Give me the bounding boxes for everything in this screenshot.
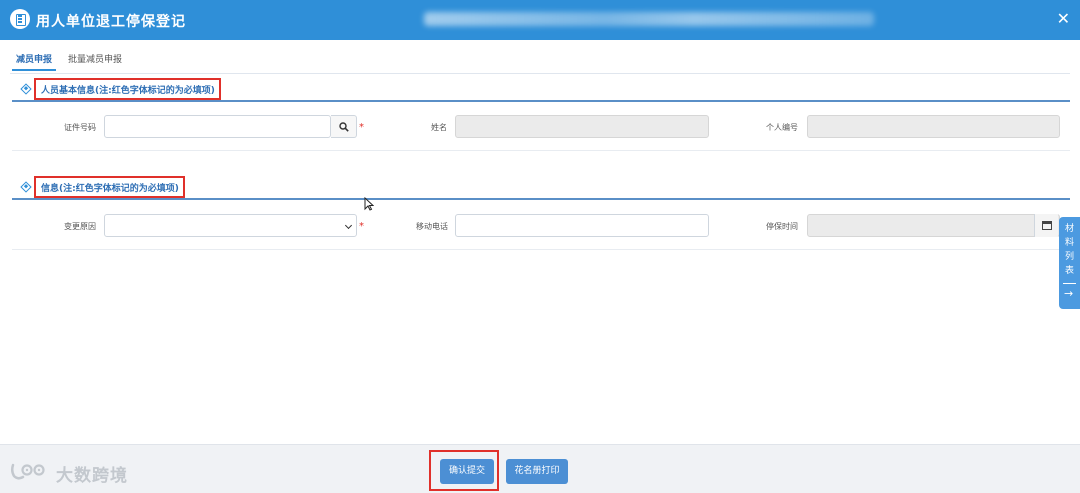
window-header: 用人单位退工停保登记 ✕ (0, 0, 1080, 40)
name-label: 姓名 (431, 123, 447, 132)
section-personal-header: 人员基本信息(注:红色字体标记的为必填项) (12, 78, 1070, 102)
personal-no-field (807, 115, 1060, 138)
watermark-text: 大数跨境 (56, 466, 128, 486)
id-search-button[interactable] (331, 115, 357, 138)
calendar-icon (1042, 221, 1052, 230)
id-number-label: 证件号码 (64, 123, 96, 132)
tab-divider (10, 73, 1070, 74)
roster-print-button[interactable]: 花名册打印 (506, 459, 568, 484)
tab-batch-reduce-declare[interactable]: 批量减员申报 (64, 52, 126, 69)
confirm-submit-button[interactable]: 确认提交 (440, 459, 494, 484)
id-number-input[interactable] (104, 115, 331, 138)
materials-list-tab[interactable]: 材料列表 → (1059, 217, 1080, 309)
stop-time-label: 停保时间 (766, 222, 798, 231)
arrow-right-icon: → (1064, 287, 1074, 300)
section-diamond-icon (20, 83, 32, 95)
stop-time-field[interactable] (807, 214, 1060, 237)
footer-bar: 确认提交 花名册打印 (0, 444, 1080, 493)
tab-reduce-declare[interactable]: 减员申报 (12, 52, 57, 71)
blurred-company-info (424, 12, 874, 26)
watermark-logo-icon (10, 463, 45, 480)
mouse-cursor-icon (364, 197, 374, 211)
required-mark: * (359, 221, 364, 232)
name-field (455, 115, 709, 138)
section-diamond-icon (20, 181, 32, 193)
document-list-icon (10, 9, 30, 29)
close-icon[interactable]: ✕ (1057, 9, 1070, 28)
change-reason-label: 变更原因 (64, 222, 96, 231)
calendar-button[interactable] (1034, 214, 1058, 237)
section-personal-title: 人员基本信息(注:红色字体标记的为必填项) (34, 78, 221, 100)
materials-list-label: 材料列表 (1064, 224, 1074, 276)
personal-info-row: 证件号码 * 姓名 个人编号 (12, 107, 1070, 151)
section-info-header: 信息(注:红色字体标记的为必填项) (12, 176, 1070, 200)
required-mark: * (359, 122, 364, 133)
mobile-label: 移动电话 (416, 222, 448, 231)
mobile-input[interactable] (455, 214, 709, 237)
section-info-title: 信息(注:红色字体标记的为必填项) (34, 176, 185, 198)
window-title: 用人单位退工停保登记 (36, 14, 186, 30)
search-icon (339, 122, 349, 132)
side-tab-divider (1063, 283, 1076, 284)
info-row: 变更原因 * 移动电话 停保时间 (12, 206, 1070, 250)
personal-no-label: 个人编号 (766, 123, 798, 132)
form-panel: 减员申报 批量减员申报 人员基本信息(注:红色字体标记的为必填项) 证件号码 *… (0, 40, 1080, 444)
change-reason-select[interactable] (104, 214, 357, 237)
